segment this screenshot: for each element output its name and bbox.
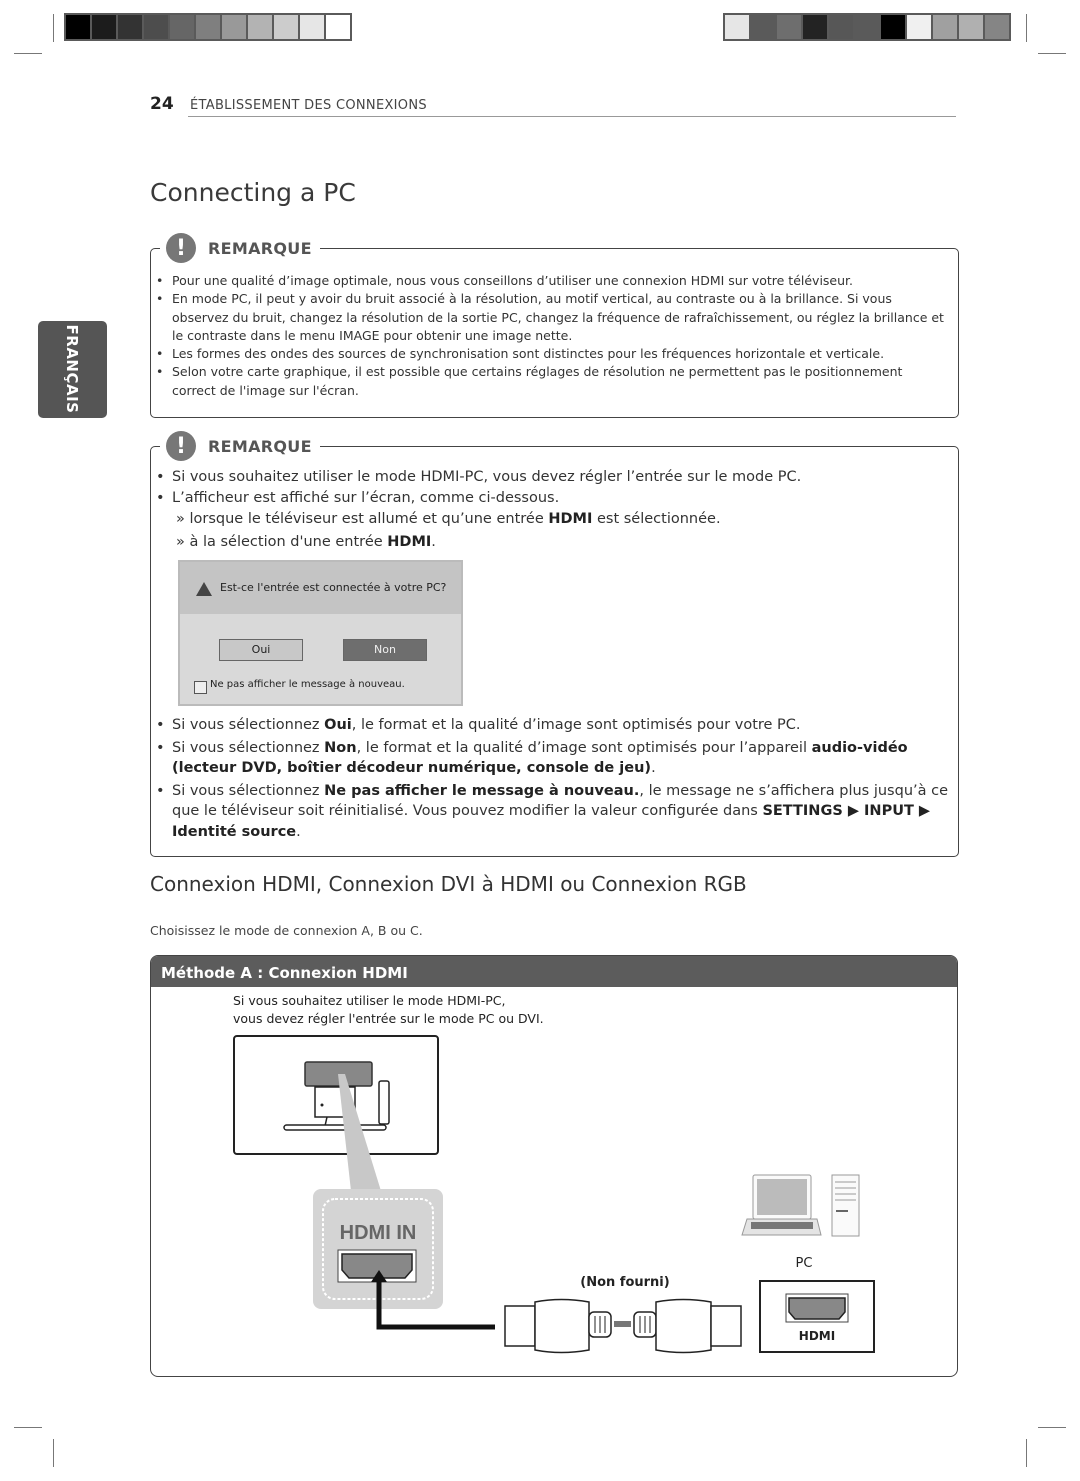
list-item: Les formes des ondes des sources de sync… — [150, 345, 950, 364]
color-calibration-bar-left — [64, 13, 352, 41]
note-header-2: ! REMARQUE — [160, 431, 320, 461]
crop-mark — [1026, 1439, 1027, 1467]
pc-confirm-dialog: Est-ce l'entrée est connectée à votre PC… — [178, 560, 463, 706]
crop-mark — [1026, 14, 1027, 42]
note-2-list-bottom: Si vous sélectionnez Oui, le format et l… — [150, 715, 950, 842]
pc-hdmi-port: HDMI — [759, 1280, 875, 1353]
hdmi-cable-connectors — [504, 1298, 742, 1354]
crop-mark — [53, 1439, 54, 1467]
color-swatch — [196, 15, 220, 39]
list-item: Si vous sélectionnez Ne pas afficher le … — [150, 781, 950, 843]
language-side-tab: FRANÇAIS — [38, 321, 107, 418]
dont-show-checkbox[interactable] — [194, 681, 207, 694]
crop-mark — [1038, 53, 1066, 54]
non-button[interactable]: Non — [343, 639, 427, 661]
list-item: L’afficheur est affiché sur l’écran, com… — [150, 488, 950, 509]
note-header-1: ! REMARQUE — [160, 233, 320, 263]
color-swatch — [118, 15, 142, 39]
color-swatch — [725, 15, 749, 39]
list-item: Si vous sélectionnez Non, le format et l… — [150, 738, 950, 779]
page-number: 24 — [150, 94, 174, 114]
color-swatch — [907, 15, 931, 39]
crop-mark — [14, 1427, 42, 1428]
note-2-bottom-wrap: Si vous sélectionnez Oui, le format et l… — [150, 715, 950, 842]
color-swatch — [777, 15, 801, 39]
header-rule — [188, 116, 956, 117]
color-swatch — [326, 15, 350, 39]
sub-item: » à la sélection d'une entrée HDMI. — [176, 534, 436, 550]
connection-diagram: HDMI IN (Non fourni) PC HDMI — [233, 1035, 875, 1354]
note-label: REMARQUE — [208, 238, 312, 258]
tv-illustration — [233, 1035, 439, 1191]
color-swatch — [959, 15, 983, 39]
dont-show-label: Ne pas afficher le message à nouveau. — [210, 679, 405, 690]
section-label: ÉTABLISSEMENT DES CONNEXIONS — [190, 98, 427, 113]
crop-mark — [14, 53, 42, 54]
oui-button[interactable]: Oui — [219, 639, 303, 661]
color-swatch — [803, 15, 827, 39]
exclamation-icon: ! — [166, 431, 196, 461]
section-heading: Connexion HDMI, Connexion DVI à HDMI ou … — [150, 872, 747, 896]
color-swatch — [985, 15, 1009, 39]
color-swatch — [855, 15, 879, 39]
exclamation-icon: ! — [166, 233, 196, 263]
color-swatch — [222, 15, 246, 39]
pc-illustration — [741, 1174, 860, 1237]
note-label: REMARQUE — [208, 436, 312, 456]
method-a-box: Méthode A : Connexion HDMI Si vous souha… — [150, 955, 958, 1377]
color-swatch — [751, 15, 775, 39]
language-label: FRANÇAIS — [63, 324, 81, 414]
color-swatch — [248, 15, 272, 39]
note-1-list-wrap: Pour une qualité d’image optimale, nous … — [150, 272, 950, 400]
crop-mark — [53, 14, 54, 42]
color-swatch — [274, 15, 298, 39]
color-swatch — [300, 15, 324, 39]
list-item: Selon votre carte graphique, il est poss… — [150, 363, 950, 400]
pc-label: PC — [796, 1256, 813, 1271]
warning-icon — [196, 582, 212, 596]
list-item: Si vous souhaitez utiliser le mode HDMI-… — [150, 467, 950, 488]
color-swatch — [92, 15, 116, 39]
color-calibration-bar-right — [723, 13, 1011, 41]
hdmi-in-label: HDMI IN — [340, 1222, 417, 1244]
color-swatch — [66, 15, 90, 39]
cable-not-supplied-label: (Non fourni) — [580, 1275, 669, 1290]
color-swatch — [829, 15, 853, 39]
list-item: Si vous sélectionnez Oui, le format et l… — [150, 715, 950, 736]
pc-hdmi-label: HDMI — [799, 1329, 835, 1343]
list-item: En mode PC, il peut y avoir du bruit ass… — [150, 290, 950, 345]
list-item: Pour une qualité d’image optimale, nous … — [150, 272, 950, 291]
note-2-top-wrap: Si vous souhaitez utiliser le mode HDMI-… — [150, 467, 950, 554]
color-swatch — [881, 15, 905, 39]
color-swatch — [170, 15, 194, 39]
color-swatch — [933, 15, 957, 39]
sub-item: » lorsque le téléviseur est allumé et qu… — [176, 511, 721, 527]
section-intro: Choisissez le mode de connexion A, B ou … — [150, 923, 423, 938]
crop-mark — [1038, 1427, 1066, 1428]
color-swatch — [144, 15, 168, 39]
page-title: Connecting a PC — [150, 178, 356, 207]
dialog-message: Est-ce l'entrée est connectée à votre PC… — [220, 581, 447, 594]
note-2-list: Si vous souhaitez utiliser le mode HDMI-… — [150, 467, 950, 508]
note-1-list: Pour une qualité d’image optimale, nous … — [150, 272, 950, 400]
